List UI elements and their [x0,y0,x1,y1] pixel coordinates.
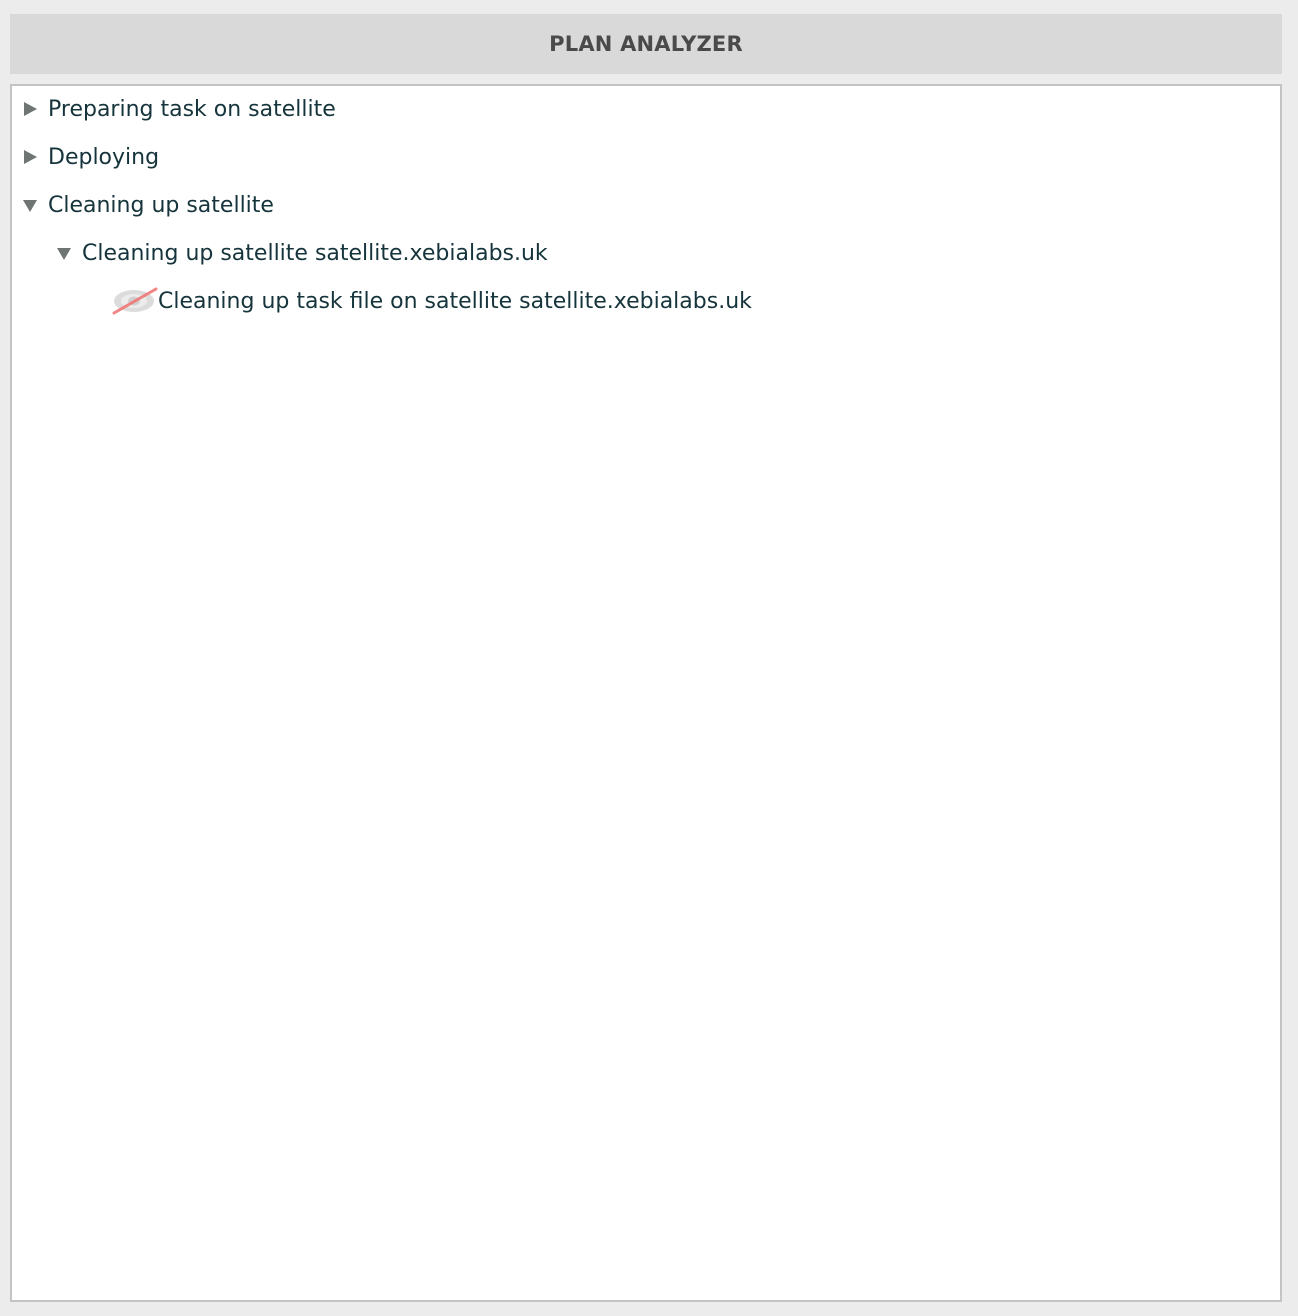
skipped-eye-icon [112,284,158,318]
tree-step-label: Cleaning up task file on satellite satel… [158,288,752,314]
plan-tree: Preparing task on satellite Deploying Cl… [10,84,1282,1302]
tree-node-preparing[interactable]: Preparing task on satellite [22,92,336,126]
tree-node-label: Deploying [48,144,160,170]
tree-node-label: Cleaning up satellite satellite.xebialab… [82,240,548,266]
tree-node-cleaning-up-host[interactable]: Cleaning up satellite satellite.xebialab… [56,236,548,270]
panel-title: PLAN ANALYZER [549,32,743,56]
tree-node-label: Preparing task on satellite [48,96,336,122]
triangle-right-icon[interactable] [22,140,48,174]
triangle-down-icon[interactable] [56,236,82,270]
panel-header: PLAN ANALYZER [10,14,1282,74]
tree-step-cleanup-task-file[interactable]: Cleaning up task file on satellite satel… [112,284,752,318]
triangle-down-icon[interactable] [22,188,48,222]
triangle-right-icon[interactable] [22,92,48,126]
tree-node-deploying[interactable]: Deploying [22,140,159,174]
tree-node-cleaning-up[interactable]: Cleaning up satellite [22,188,274,222]
tree-node-label: Cleaning up satellite [48,192,274,218]
